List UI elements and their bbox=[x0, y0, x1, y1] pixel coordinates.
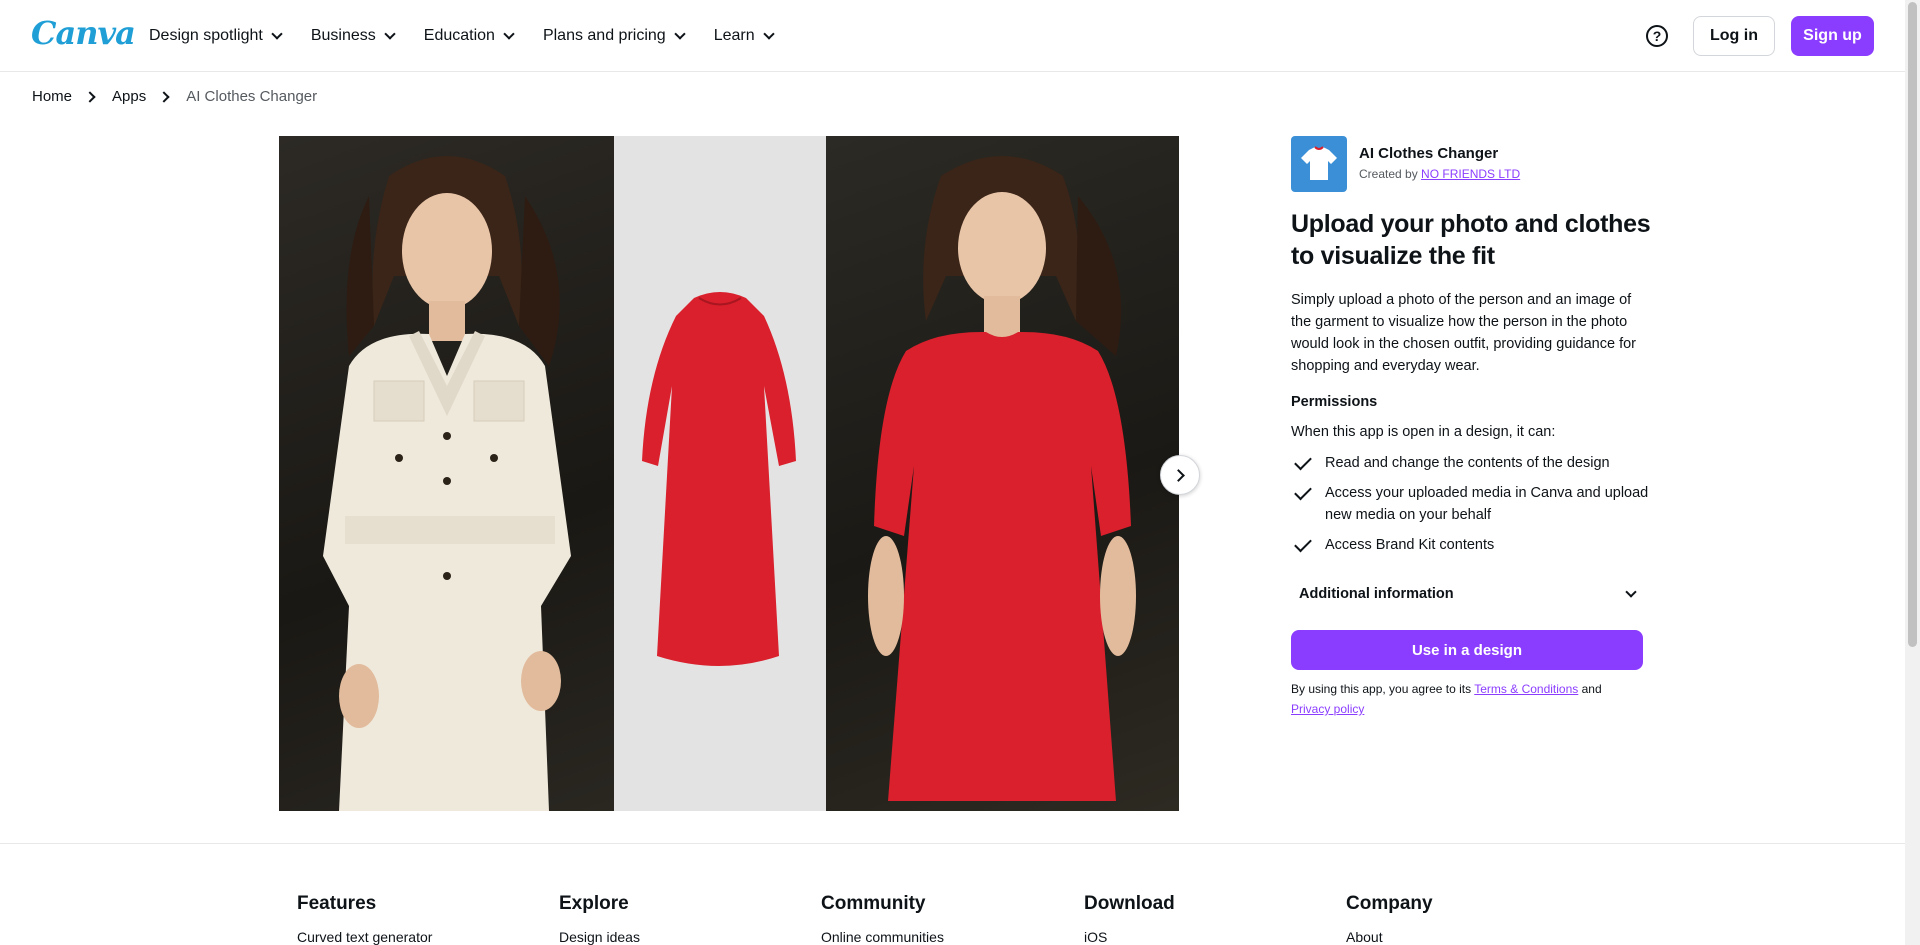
footer-divider bbox=[0, 843, 1905, 844]
app-description: Simply upload a photo of the person and … bbox=[1291, 292, 1636, 374]
breadcrumb-home[interactable]: Home bbox=[32, 88, 72, 105]
chevron-right-icon bbox=[158, 90, 170, 103]
app-name: AI Clothes Changer bbox=[1359, 145, 1499, 162]
permissions-title: Permissions bbox=[1291, 394, 1378, 410]
footer-link[interactable]: Curved text generator bbox=[297, 929, 432, 945]
permission-text: Access your uploaded media in Canva and … bbox=[1325, 485, 1649, 523]
app-creator: Created by NO FRIENDS LTD bbox=[1359, 167, 1520, 181]
use-in-design-button[interactable]: Use in a design bbox=[1291, 630, 1643, 670]
footer-column-company: Company About bbox=[1346, 893, 1433, 945]
permissions-intro: When this app is open in a design, it ca… bbox=[1291, 424, 1556, 440]
preview-original-photo bbox=[279, 136, 614, 811]
footer-column-download: Download iOS bbox=[1084, 893, 1175, 945]
terms-notice: By using this app, you agree to its Term… bbox=[1291, 679, 1651, 719]
permissions-list: Read and change the contents of the desi… bbox=[1291, 452, 1651, 564]
nav-business[interactable]: Business bbox=[310, 27, 396, 45]
permission-item: Access Brand Kit contents bbox=[1291, 534, 1651, 556]
help-icon[interactable]: ? bbox=[1646, 25, 1668, 47]
footer-heading: Download bbox=[1084, 893, 1175, 914]
terms-prefix: By using this app, you agree to its bbox=[1291, 682, 1472, 696]
footer-column-community: Community Online communities bbox=[821, 893, 944, 945]
checkmark-icon bbox=[1294, 452, 1312, 471]
creator-link[interactable]: NO FRIENDS LTD bbox=[1421, 167, 1520, 181]
page-scrollbar[interactable] bbox=[1905, 0, 1920, 945]
nav-plans-and-pricing[interactable]: Plans and pricing bbox=[542, 27, 686, 45]
permission-text: Access Brand Kit contents bbox=[1325, 537, 1495, 553]
page-title: Upload your photo and clothes to visuali… bbox=[1291, 210, 1651, 270]
scrollbar-thumb[interactable] bbox=[1908, 2, 1917, 647]
breadcrumb-current: AI Clothes Changer bbox=[186, 88, 318, 105]
checkmark-icon bbox=[1294, 482, 1312, 501]
chevron-down-icon bbox=[384, 28, 396, 40]
footer-heading: Features bbox=[297, 893, 377, 914]
created-by-prefix: Created by bbox=[1359, 167, 1418, 181]
nav-label: Education bbox=[423, 27, 495, 44]
footer-heading: Community bbox=[821, 893, 926, 914]
nav-label: Business bbox=[310, 27, 376, 44]
permission-text: Read and change the contents of the desi… bbox=[1325, 455, 1610, 471]
chevron-down-icon bbox=[1625, 586, 1637, 598]
chevron-down-icon bbox=[503, 28, 515, 40]
nav-education[interactable]: Education bbox=[423, 27, 515, 45]
shirt-icon bbox=[1291, 136, 1347, 192]
breadcrumb-apps[interactable]: Apps bbox=[112, 88, 146, 105]
chevron-down-icon bbox=[271, 28, 283, 40]
canva-logo[interactable]: Canva bbox=[31, 14, 136, 52]
footer-heading: Explore bbox=[559, 893, 629, 914]
app-preview-gallery bbox=[279, 136, 1179, 811]
app-icon-graphic bbox=[1301, 146, 1337, 180]
gallery-next-button[interactable] bbox=[1160, 455, 1200, 495]
nav-learn[interactable]: Learn bbox=[713, 27, 775, 45]
breadcrumb: Home Apps AI Clothes Changer bbox=[32, 88, 317, 105]
preview-garment-photo bbox=[614, 136, 826, 811]
additional-information-toggle[interactable]: Additional information bbox=[1291, 578, 1643, 610]
top-header: Canva Design spotlight Business Educatio… bbox=[0, 0, 1905, 72]
chevron-right-icon bbox=[84, 90, 96, 103]
red-dress-illustration bbox=[642, 292, 796, 666]
footer-heading: Company bbox=[1346, 893, 1433, 914]
footer-column-features: Features Curved text generator bbox=[297, 893, 432, 945]
terms-link[interactable]: Terms & Conditions bbox=[1474, 682, 1578, 696]
person-in-red-dress-illustration bbox=[868, 156, 1136, 801]
chevron-right-icon bbox=[1172, 468, 1185, 482]
footer-link[interactable]: Design ideas bbox=[559, 929, 640, 945]
nav-label: Plans and pricing bbox=[542, 27, 666, 44]
person-in-jumpsuit-illustration bbox=[323, 156, 571, 811]
permission-item: Access your uploaded media in Canva and … bbox=[1291, 482, 1651, 526]
preview-result-photo bbox=[826, 136, 1179, 811]
nav-label: Design spotlight bbox=[149, 27, 263, 44]
permission-item: Read and change the contents of the desi… bbox=[1291, 452, 1651, 474]
footer-link[interactable]: iOS bbox=[1084, 929, 1175, 945]
signup-button[interactable]: Sign up bbox=[1791, 16, 1874, 56]
footer-link[interactable]: About bbox=[1346, 929, 1433, 945]
login-button[interactable]: Log in bbox=[1693, 16, 1775, 56]
additional-information-label: Additional information bbox=[1299, 586, 1454, 602]
terms-and: and bbox=[1581, 682, 1602, 696]
nav-label: Learn bbox=[713, 27, 755, 44]
footer-column-explore: Explore Design ideas bbox=[559, 893, 640, 945]
chevron-down-icon bbox=[674, 28, 686, 40]
chevron-down-icon bbox=[762, 28, 775, 40]
privacy-link[interactable]: Privacy policy bbox=[1291, 702, 1364, 716]
nav-design-spotlight[interactable]: Design spotlight bbox=[149, 27, 283, 45]
footer-link[interactable]: Online communities bbox=[821, 929, 944, 945]
checkmark-icon bbox=[1294, 534, 1312, 553]
main-nav: Design spotlight Business Education Plan… bbox=[149, 0, 803, 72]
